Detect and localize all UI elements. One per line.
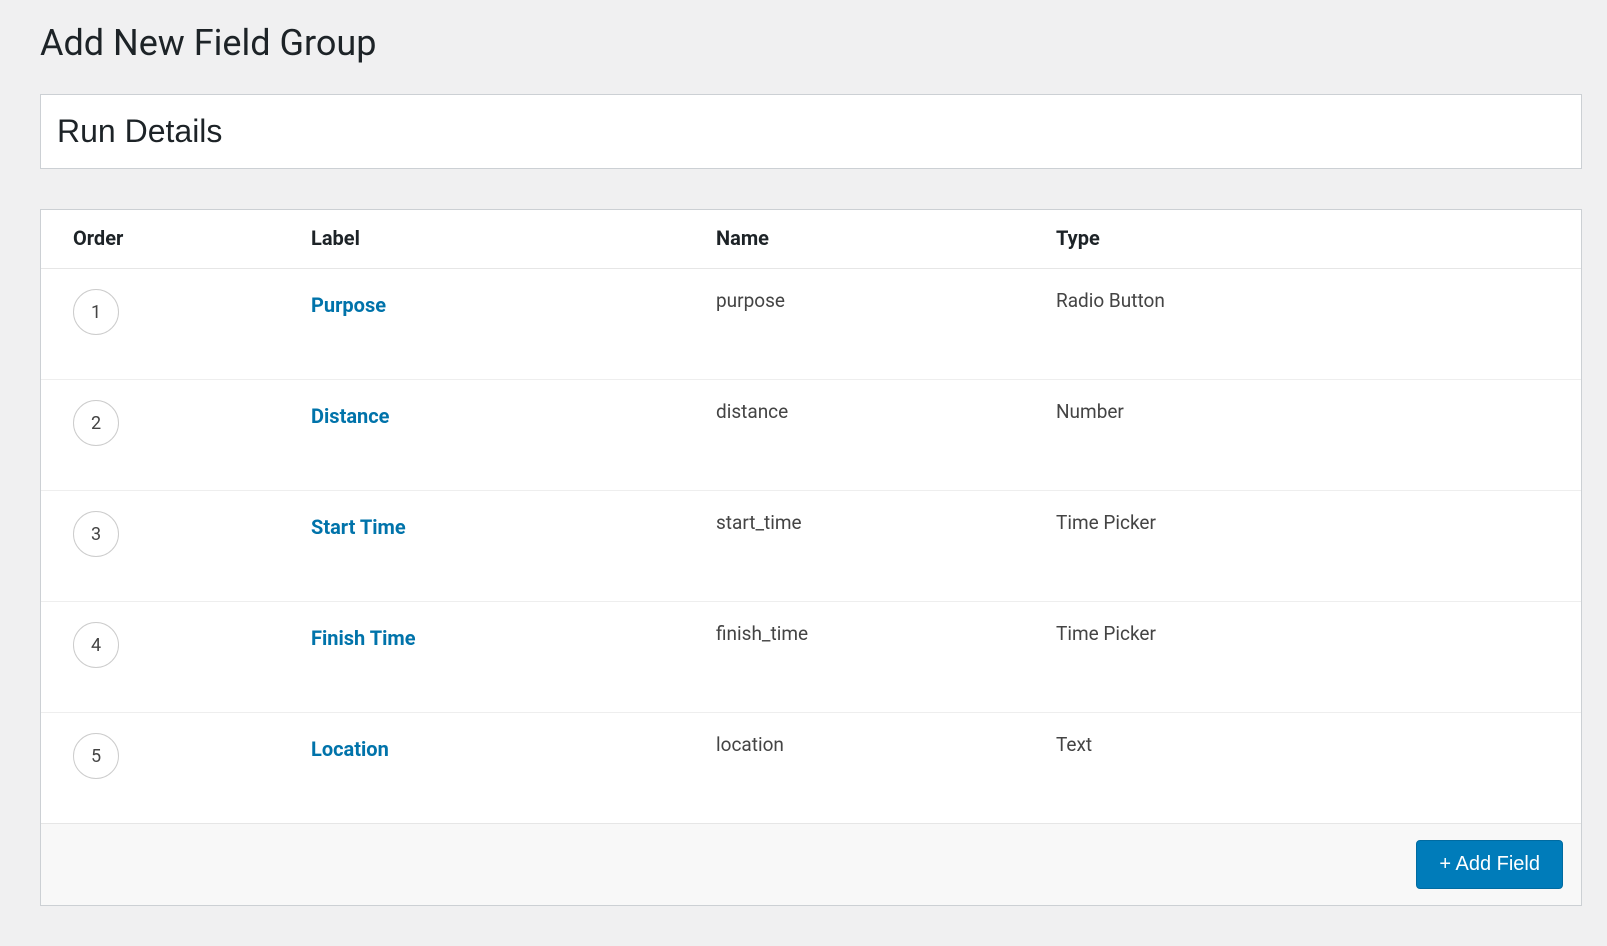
col-header-name: Name xyxy=(716,226,1056,250)
order-badge[interactable]: 4 xyxy=(73,622,119,668)
add-field-button[interactable]: + Add Field xyxy=(1416,840,1563,889)
col-header-type: Type xyxy=(1056,226,1581,250)
field-label-link[interactable]: Start Time xyxy=(311,513,406,541)
fields-footer: + Add Field xyxy=(41,823,1581,905)
field-label-link[interactable]: Finish Time xyxy=(311,624,416,652)
col-header-order: Order xyxy=(41,226,311,250)
group-title-input[interactable] xyxy=(41,95,1581,168)
field-type: Number xyxy=(1056,400,1124,423)
field-type: Text xyxy=(1056,733,1092,756)
field-name: finish_time xyxy=(716,622,808,645)
field-name: distance xyxy=(716,400,788,423)
field-label-link[interactable]: Distance xyxy=(311,402,389,430)
col-header-label: Label xyxy=(311,226,716,250)
field-type: Time Picker xyxy=(1056,622,1156,645)
order-badge[interactable]: 3 xyxy=(73,511,119,557)
group-title-panel xyxy=(40,94,1582,169)
field-type: Radio Button xyxy=(1056,289,1165,312)
field-row: 1 Purpose purpose Radio Button xyxy=(41,269,1581,379)
field-type: Time Picker xyxy=(1056,511,1156,534)
field-row: 2 Distance distance Number xyxy=(41,379,1581,490)
field-label-link[interactable]: Location xyxy=(311,735,389,763)
field-label-link[interactable]: Purpose xyxy=(311,291,386,319)
order-badge[interactable]: 2 xyxy=(73,400,119,446)
page-title: Add New Field Group xyxy=(40,22,1582,64)
fields-panel: Order Label Name Type 1 Purpose purpose Rad… xyxy=(40,209,1582,906)
order-badge[interactable]: 5 xyxy=(73,733,119,779)
field-name: location xyxy=(716,733,784,756)
field-name: purpose xyxy=(716,289,785,312)
field-row: 4 Finish Time finish_time Time Picker xyxy=(41,601,1581,712)
field-name: start_time xyxy=(716,511,802,534)
field-row: 5 Location location Text xyxy=(41,712,1581,823)
fields-header-row: Order Label Name Type xyxy=(41,210,1581,269)
order-badge[interactable]: 1 xyxy=(73,289,119,335)
field-row: 3 Start Time start_time Time Picker xyxy=(41,490,1581,601)
